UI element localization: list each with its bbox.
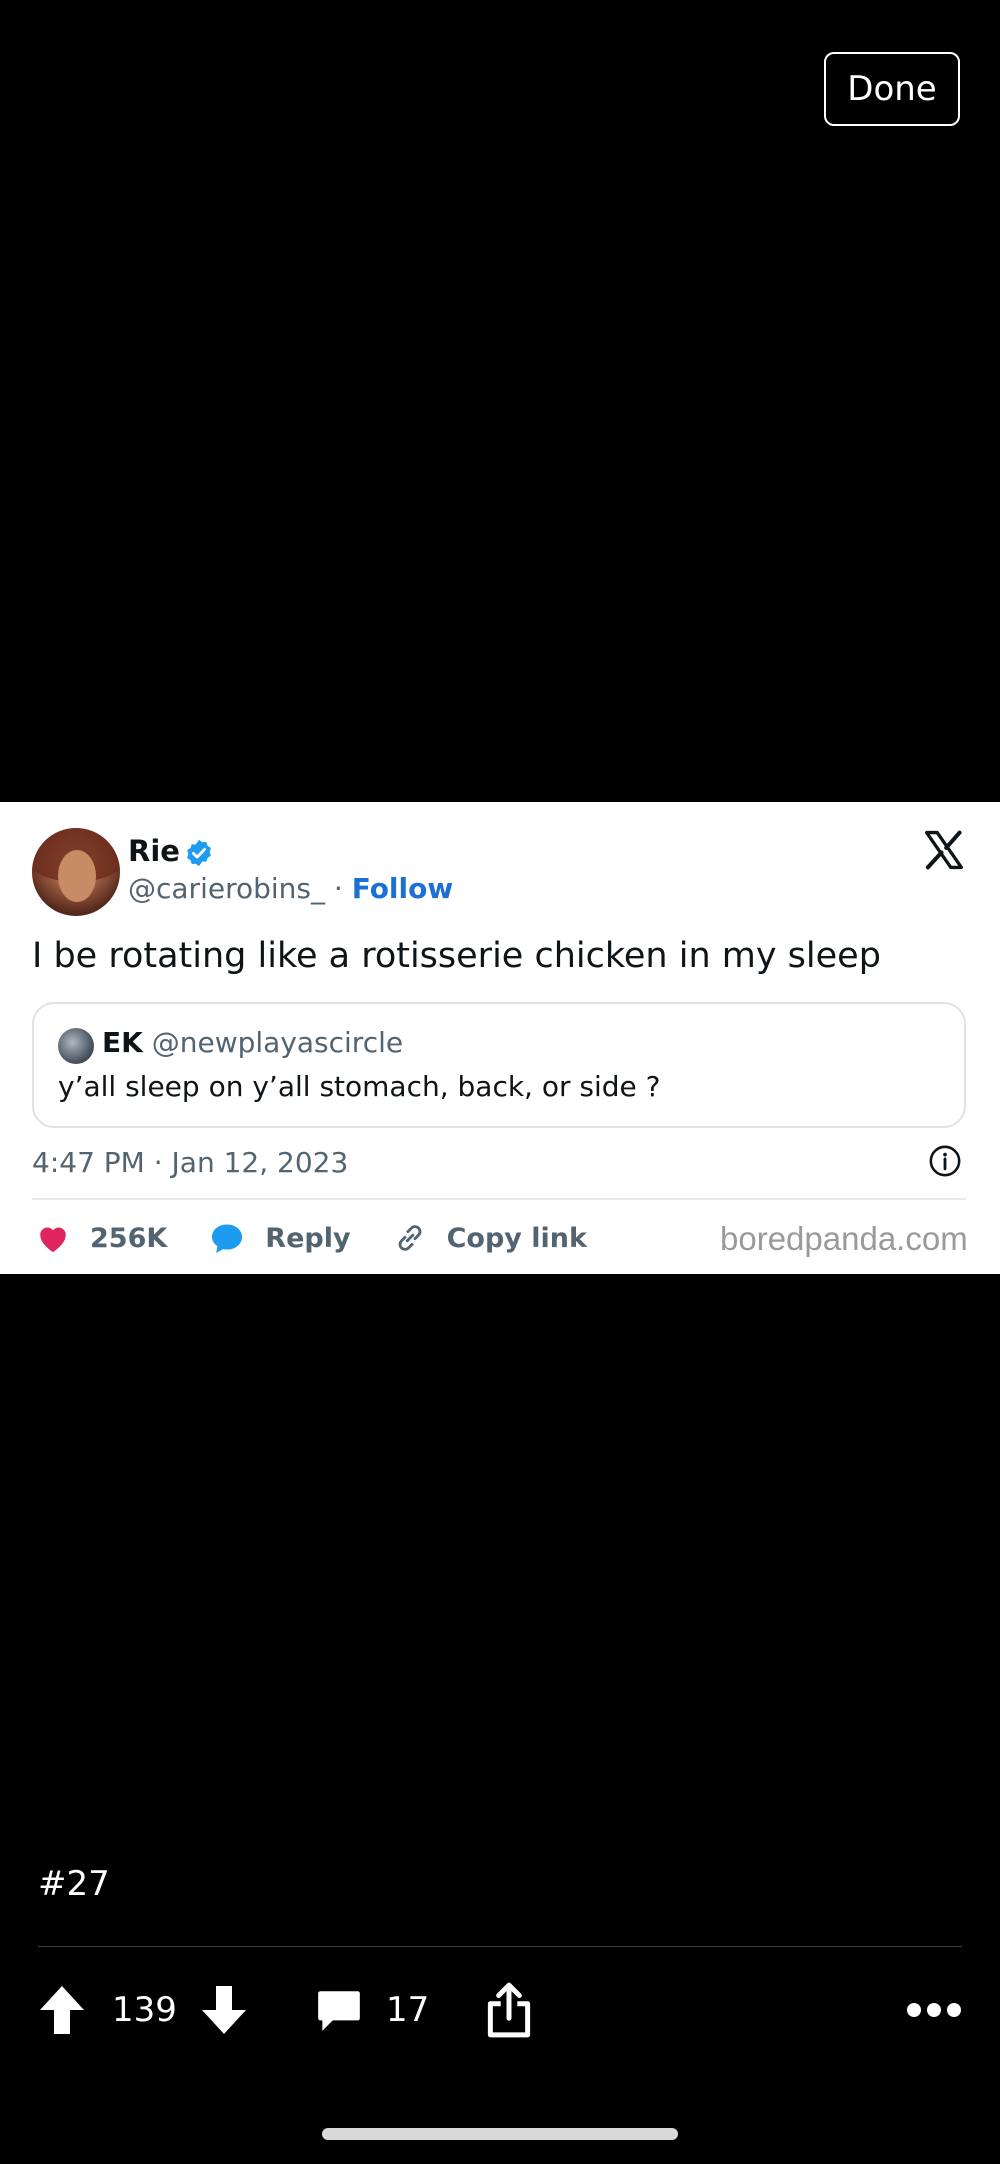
like-action: 256K [36, 1222, 167, 1254]
bottom-divider [38, 1946, 962, 1947]
quote-author-handle: @newplayascircle [151, 1026, 404, 1059]
post-number: #27 [38, 1864, 110, 1904]
link-icon [398, 1225, 421, 1251]
tweet-handle-line: @carierobins_ · Follow [128, 872, 453, 905]
done-button[interactable]: Done [824, 52, 960, 126]
copy-link-label: Copy link [446, 1222, 587, 1254]
tweet-author-name: Rie [128, 834, 180, 868]
more-options-button[interactable] [906, 1978, 962, 2042]
comment-icon [318, 1991, 360, 2031]
like-count: 256K [90, 1222, 168, 1254]
source-watermark: boredpanda.com [720, 1220, 968, 1257]
upvote-icon [40, 1986, 84, 2034]
handle-separator: · [333, 872, 343, 905]
home-indicator[interactable] [322, 2128, 678, 2140]
verified-icon [187, 839, 211, 867]
follow-link: Follow [351, 872, 454, 905]
quote-author-line: EK @newplayascircle [102, 1026, 403, 1059]
upvote-button[interactable] [38, 1978, 86, 2042]
quoted-tweet: EK @newplayascircle y’all sleep on y’all… [32, 1002, 966, 1128]
downvote-button[interactable] [200, 1978, 248, 2042]
reply-action: Reply [209, 1221, 351, 1255]
comment-button[interactable] [314, 1978, 364, 2042]
quote-text: y’all sleep on y’all stomach, back, or s… [58, 1070, 661, 1103]
info-icon [929, 1145, 961, 1177]
more-icon [907, 2003, 961, 2017]
reply-label: Reply [265, 1222, 351, 1254]
copy-link-action: Copy link [393, 1221, 587, 1255]
upvote-count: 139 [112, 1990, 177, 2030]
reply-icon [212, 1224, 243, 1253]
x-logo-icon [924, 830, 964, 870]
tweet-text: I be rotating like a rotisserie chicken … [32, 936, 881, 976]
tweet-handle: @carierobins_ [128, 872, 325, 905]
comment-count: 17 [386, 1990, 430, 2030]
downvote-icon [202, 1986, 246, 2034]
quote-author-name: EK [102, 1026, 143, 1059]
tweet-divider [32, 1198, 966, 1200]
author-avatar [32, 828, 120, 916]
tweet-card-image: Rie @carierobins_ · Follow I be rotating… [0, 802, 1000, 1274]
heart-icon [40, 1227, 66, 1253]
tweet-timestamp: 4:47 PM · Jan 12, 2023 [32, 1146, 349, 1179]
share-icon [487, 1982, 531, 2038]
tweet-actions: 256K Reply Copy link [36, 1216, 629, 1260]
share-button[interactable] [484, 1978, 534, 2042]
quote-author-avatar [58, 1028, 94, 1064]
post-action-bar: 139 17 [38, 1978, 962, 2042]
